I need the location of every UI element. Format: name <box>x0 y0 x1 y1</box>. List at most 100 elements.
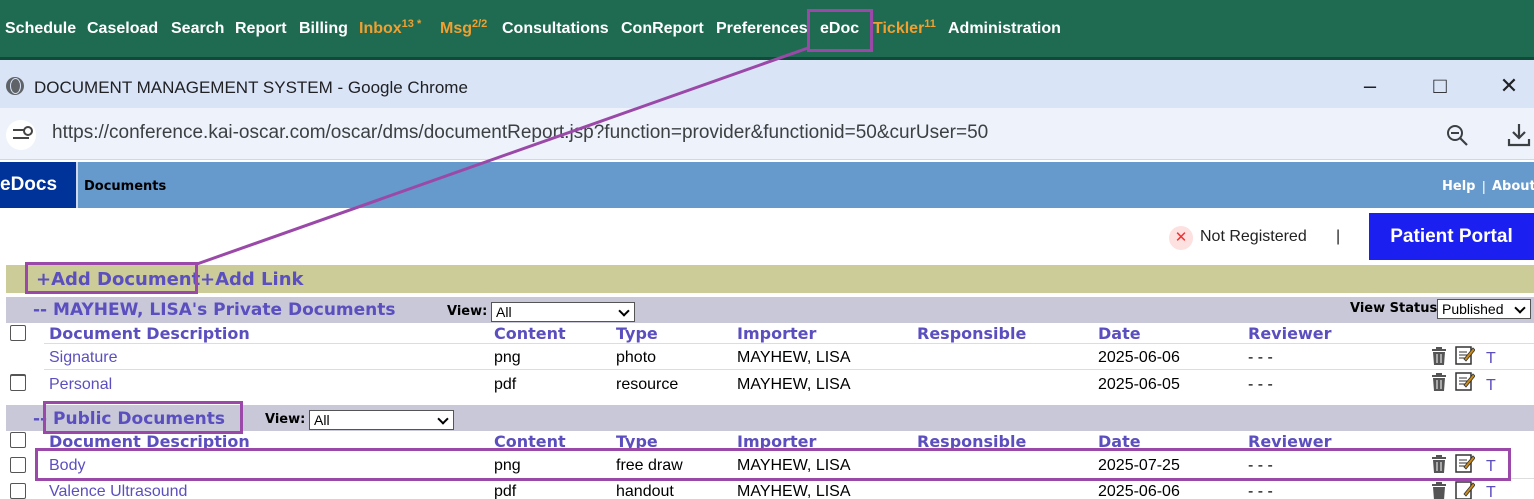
edocs-header-bar: eDocs Documents Help | About <box>0 162 1534 208</box>
private-view-selected: All <box>496 304 512 320</box>
header-separator: | <box>1482 178 1486 194</box>
doc-date: 2025-06-06 <box>1098 483 1180 499</box>
doc-importer: MAYHEW, LISA <box>737 376 851 393</box>
doc-date: 2025-06-06 <box>1098 349 1180 366</box>
registration-separator: | <box>1336 228 1341 245</box>
about-link[interactable]: About <box>1492 179 1534 194</box>
delete-icon[interactable] <box>1431 455 1447 473</box>
doc-description-link[interactable]: Personal <box>49 376 112 394</box>
site-settings-icon[interactable] <box>6 120 36 150</box>
doc-date: 2025-06-05 <box>1098 376 1180 393</box>
col-reviewer[interactable]: Reviewer <box>1248 432 1331 451</box>
col-type[interactable]: Type <box>616 324 658 343</box>
nav-conreport[interactable]: ConReport <box>621 20 704 38</box>
public-view-label: View: <box>265 412 306 427</box>
col-reviewer[interactable]: Reviewer <box>1248 324 1331 343</box>
public-view-selected: All <box>314 412 330 428</box>
col-content[interactable]: Content <box>494 432 566 451</box>
nav-report[interactable]: Report <box>235 20 287 38</box>
view-status-selected: Published <box>1442 301 1504 317</box>
download-icon[interactable] <box>1506 122 1532 148</box>
doc-reviewer: - - - <box>1248 349 1273 366</box>
row-checkbox[interactable] <box>10 483 26 499</box>
view-status-select[interactable]: Published <box>1437 299 1531 319</box>
edit-icon[interactable] <box>1455 453 1475 473</box>
doc-type: free draw <box>616 457 683 474</box>
col-document-description[interactable]: Document Description <box>49 324 250 343</box>
doc-type: handout <box>616 483 674 499</box>
doc-importer: MAYHEW, LISA <box>737 349 851 366</box>
patient-portal-button[interactable]: Patient Portal <box>1369 213 1534 260</box>
row-divider <box>44 343 1534 344</box>
help-link[interactable]: Help <box>1442 179 1475 194</box>
add-document-link[interactable]: +Add Document <box>36 269 200 290</box>
nav-edoc[interactable]: eDoc <box>820 20 859 38</box>
nav-tickler[interactable]: Tickler11 <box>873 18 936 38</box>
doc-description-link[interactable]: Valence Ultrasound <box>49 483 187 499</box>
select-all-private-checkbox[interactable] <box>10 325 26 341</box>
col-document-description[interactable]: Document Description <box>49 432 250 451</box>
row-divider <box>44 369 1534 370</box>
add-link-link[interactable]: +Add Link <box>200 269 303 290</box>
select-all-public-checkbox[interactable] <box>10 432 26 448</box>
doc-type: resource <box>616 376 679 393</box>
col-content[interactable]: Content <box>494 324 566 343</box>
maximize-button[interactable]: □ <box>1428 74 1452 98</box>
row-checkbox[interactable] <box>10 457 26 473</box>
col-responsible[interactable]: Responsible <box>917 324 1026 343</box>
doc-content: png <box>494 349 521 366</box>
delete-icon[interactable] <box>1431 373 1447 391</box>
nav-administration[interactable]: Administration <box>948 20 1061 38</box>
url-field[interactable]: https://conference.kai-oscar.com/oscar/d… <box>52 122 988 144</box>
top-navigation-bar: Schedule Caseload Search Report Billing … <box>0 0 1534 57</box>
col-importer[interactable]: Importer <box>737 324 816 343</box>
col-importer[interactable]: Importer <box>737 432 816 451</box>
public-section-header <box>6 405 1534 431</box>
public-view-select[interactable]: All <box>309 410 454 430</box>
col-responsible[interactable]: Responsible <box>917 432 1026 451</box>
globe-icon <box>6 77 24 95</box>
doc-content: pdf <box>494 483 517 499</box>
doc-content: pdf <box>494 376 517 393</box>
nav-search[interactable]: Search <box>171 20 224 38</box>
toggle-link[interactable]: T <box>1486 350 1496 368</box>
private-view-select[interactable]: All <box>491 302 635 322</box>
nav-consultations[interactable]: Consultations <box>502 20 609 38</box>
edit-icon[interactable] <box>1455 345 1475 365</box>
delete-icon[interactable] <box>1431 347 1447 365</box>
edit-icon[interactable] <box>1455 480 1475 499</box>
doc-content: png <box>494 457 521 474</box>
doc-description-link[interactable]: Signature <box>49 349 118 367</box>
col-type[interactable]: Type <box>616 432 658 451</box>
view-status-label: View Status <box>1350 301 1438 316</box>
doc-reviewer: - - - <box>1248 457 1273 474</box>
toggle-link[interactable]: T <box>1486 458 1496 476</box>
browser-title-bar: DOCUMENT MANAGEMENT SYSTEM - Google Chro… <box>0 60 1534 108</box>
nav-preferences[interactable]: Preferences <box>716 20 808 38</box>
public-section-title[interactable]: -- Public Documents <box>33 409 225 429</box>
delete-icon[interactable] <box>1431 482 1447 499</box>
inbox-count-badge: 13 * <box>401 18 422 30</box>
nav-billing[interactable]: Billing <box>299 20 348 38</box>
nav-inbox[interactable]: Inbox13 * <box>359 18 422 38</box>
nav-caseload[interactable]: Caseload <box>87 20 158 38</box>
doc-importer: MAYHEW, LISA <box>737 457 851 474</box>
doc-description-link[interactable]: Body <box>49 457 85 475</box>
minimize-button[interactable]: – <box>1358 74 1382 98</box>
edocs-tab[interactable]: eDocs <box>0 162 78 208</box>
doc-reviewer: - - - <box>1248 376 1273 393</box>
edit-icon[interactable] <box>1455 371 1475 391</box>
section-label: Documents <box>84 179 167 194</box>
toggle-link[interactable]: T <box>1486 484 1496 499</box>
zoom-out-icon[interactable] <box>1446 124 1468 146</box>
doc-type: photo <box>616 349 657 366</box>
col-date[interactable]: Date <box>1098 324 1141 343</box>
nav-msg[interactable]: Msg2/2 <box>440 18 487 38</box>
col-date[interactable]: Date <box>1098 432 1141 451</box>
row-checkbox[interactable] <box>10 375 26 391</box>
nav-schedule[interactable]: Schedule <box>5 20 76 38</box>
close-window-button[interactable]: ✕ <box>1497 74 1521 98</box>
private-section-title[interactable]: -- MAYHEW, LISA's Private Documents <box>33 300 396 320</box>
doc-date: 2025-07-25 <box>1098 457 1180 474</box>
toggle-link[interactable]: T <box>1486 377 1496 395</box>
